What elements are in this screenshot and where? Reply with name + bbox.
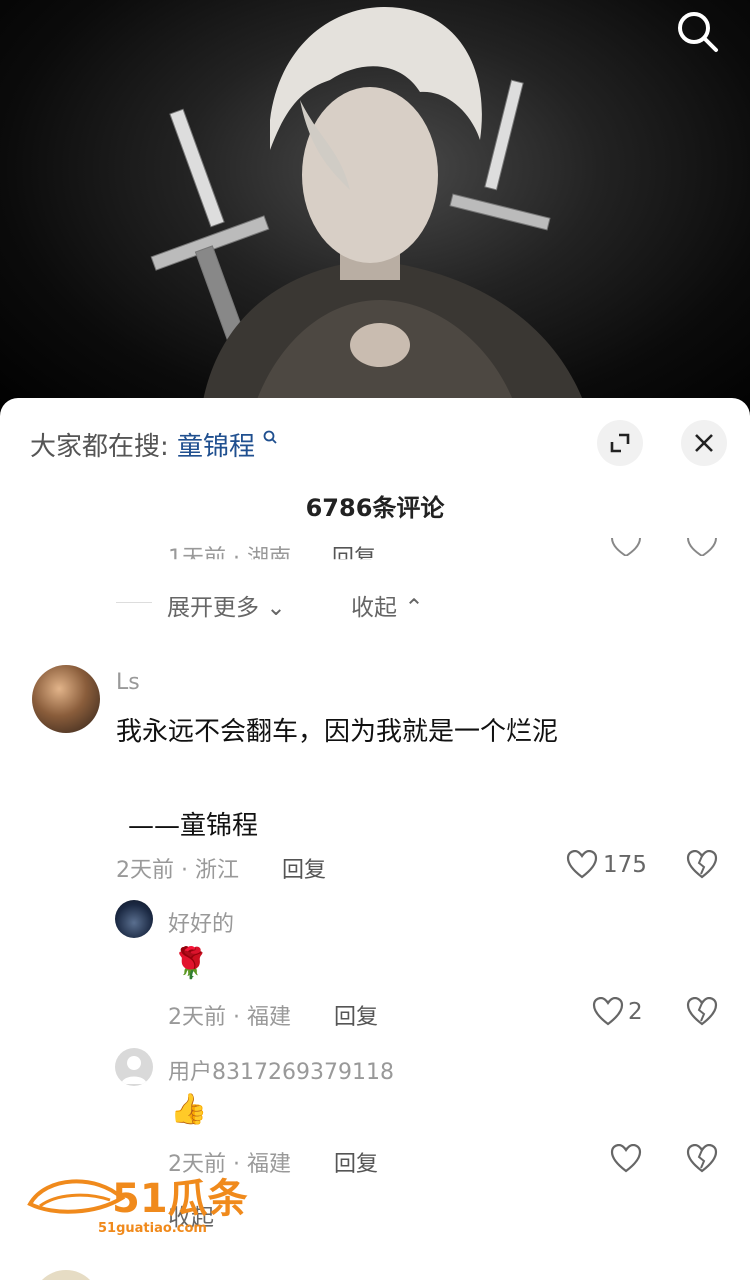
- expand-more-button[interactable]: 展开更多 ⌄: [167, 588, 286, 622]
- close-icon: [695, 434, 713, 452]
- next-avatar[interactable]: [32, 1270, 100, 1280]
- search-small-icon: [263, 430, 277, 444]
- user-silhouette-icon: [121, 1056, 147, 1084]
- comment-count: 6786条评论: [305, 494, 445, 522]
- reply-username[interactable]: 用户8317269379118: [168, 1054, 394, 1086]
- expand-panel-button[interactable]: [597, 420, 643, 466]
- expand-more-label: 展开更多: [167, 595, 259, 621]
- reply-like-icon[interactable]: [610, 1144, 642, 1174]
- reply-dislike-icon[interactable]: [686, 997, 718, 1027]
- video-frame: [150, 6, 590, 420]
- comment-text-line1: 我永远不会翻车，因为我就是一个烂泥: [116, 717, 559, 747]
- watermark-brand: 51瓜条: [112, 1176, 248, 1222]
- reply-username[interactable]: 好好的: [168, 906, 234, 938]
- close-button[interactable]: [681, 420, 727, 466]
- comment-panel: 大家都在搜: 童锦程 6786条评论 1天前 · 湖南 回复 展开更多 ⌄ 收起…: [0, 398, 750, 1280]
- divider: [116, 602, 152, 603]
- reply-like-count: 2: [628, 999, 643, 1025]
- collapse-label: 收起: [351, 595, 397, 621]
- site-watermark: 51瓜条 51guatiao.com: [26, 1168, 266, 1238]
- reply-meta: 2天前 · 福建: [168, 1005, 291, 1030]
- reply-dislike-icon[interactable]: [686, 1144, 718, 1174]
- like-icon[interactable]: [566, 850, 598, 880]
- prev-dislike-icon[interactable]: [686, 538, 718, 556]
- reply-reply-button[interactable]: 回复: [334, 999, 378, 1031]
- comment-username[interactable]: Ls: [116, 670, 140, 695]
- comment-text-line2: ——童锦程: [128, 811, 259, 841]
- reply-like-icon[interactable]: [592, 997, 624, 1027]
- watermark-logo: 51瓜条 51guatiao.com: [27, 1176, 248, 1236]
- watermark-url: 51guatiao.com: [98, 1221, 207, 1236]
- collapse-button[interactable]: 收起 ⌃: [351, 588, 424, 622]
- comment-meta: 2天前 · 浙江: [116, 858, 239, 883]
- prev-reply-meta: 1天前 · 湖南: [168, 546, 291, 571]
- chevron-up-icon: ⌃: [404, 595, 424, 621]
- expand-icon: [610, 433, 630, 453]
- default-avatar[interactable]: [115, 1048, 153, 1086]
- prev-like-icon[interactable]: [610, 538, 642, 556]
- dislike-icon[interactable]: [686, 850, 718, 880]
- comment-reply-button[interactable]: 回复: [282, 852, 326, 884]
- chevron-down-icon: ⌄: [266, 595, 286, 621]
- search-icon: [678, 12, 718, 52]
- search-button[interactable]: [674, 8, 722, 56]
- prev-reply-button[interactable]: 回复: [332, 540, 376, 559]
- reply-emoji: 👍: [170, 1092, 208, 1127]
- reply-emoji: 🌹: [172, 946, 210, 981]
- user-avatar[interactable]: [32, 665, 100, 733]
- like-count: 175: [603, 852, 647, 878]
- hot-search[interactable]: 大家都在搜: 童锦程: [30, 426, 277, 463]
- reply-reply-button[interactable]: 回复: [334, 1146, 378, 1178]
- hot-search-prefix: 大家都在搜:: [30, 432, 169, 462]
- hot-search-keyword[interactable]: 童锦程: [177, 432, 255, 462]
- reply-avatar[interactable]: [115, 900, 153, 938]
- video-player[interactable]: [0, 0, 750, 420]
